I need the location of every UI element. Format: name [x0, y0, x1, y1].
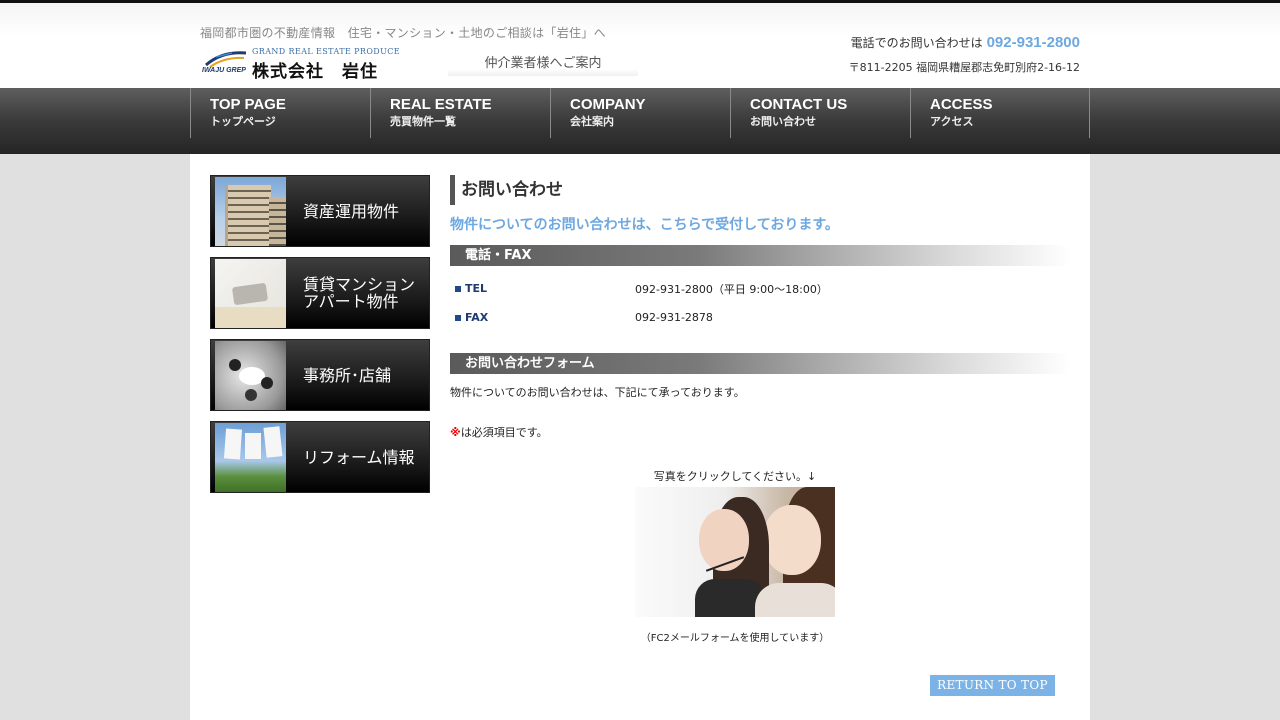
- tel-key: TEL: [450, 282, 635, 295]
- photo-caption: 写真をクリックしてください。↓: [653, 470, 817, 483]
- nav-item-label-jp: 売買物件一覧: [390, 115, 456, 128]
- section-heading-phone-fax: 電話・FAX: [450, 245, 1070, 266]
- company-logo[interactable]: GRAND REAL ESTATE PRODUCE IWAJU GREP 株式会…: [200, 47, 400, 82]
- contact-table: TEL 092-931-2800（平日 9:00～18:00） FAX 092-…: [450, 274, 1070, 332]
- nav-item-label-jp: トップページ: [210, 115, 276, 128]
- nav-item-label-en: TOP PAGE: [210, 96, 286, 113]
- nav-item-company[interactable]: COMPANY 会社案内: [550, 88, 730, 138]
- logo-sub-text: IWAJU GREP: [202, 67, 246, 74]
- nav-item-access[interactable]: ACCESS アクセス: [910, 88, 1090, 138]
- global-nav: TOP PAGE トップページ REAL ESTATE 売買物件一覧 COMPA…: [0, 88, 1280, 154]
- required-text: は必須項目です。: [460, 426, 548, 439]
- section-heading-contact-form: お問い合わせフォーム: [450, 353, 1070, 374]
- office-meeting-photo-icon: [215, 341, 286, 410]
- site-header: 福岡都市圏の不動産情報 住宅・マンション・土地のご相談は「岩住」へ GRAND …: [0, 3, 1280, 88]
- header-address: 〒811-2205 福岡県糟屋郡志免町別府2-16-12: [848, 61, 1080, 74]
- broker-info-link[interactable]: 仲介業者様へご案内: [448, 52, 638, 76]
- phone-number[interactable]: 092-931-2800: [987, 34, 1080, 51]
- sidebar-item-label: リフォーム情報: [303, 447, 415, 467]
- nav-item-label-jp: お問い合わせ: [750, 115, 816, 128]
- sidebar-item-investment[interactable]: 資産運用物件: [210, 175, 430, 247]
- fax-value: 092-931-2878: [635, 311, 713, 324]
- header-phone: 電話でのお問い合わせは 092-931-2800: [851, 34, 1080, 51]
- bullet-square-icon: [455, 285, 461, 292]
- nav-item-label-jp: 会社案内: [570, 115, 614, 128]
- nav-item-top-page[interactable]: TOP PAGE トップページ: [190, 88, 370, 138]
- logo-swoosh-icon: [205, 51, 247, 68]
- sidebar-item-label: 賃貸マンション アパート物件: [303, 275, 416, 311]
- logo-english-text: GRAND REAL ESTATE PRODUCE: [252, 47, 401, 56]
- call-center-operators-photo-icon[interactable]: [635, 487, 835, 617]
- tel-label: TEL: [465, 282, 488, 295]
- page-title: お問い合わせ: [450, 175, 1070, 205]
- logo-company-name: 株式会社 岩住: [252, 62, 378, 82]
- fax-key: FAX: [450, 311, 635, 324]
- sidebar-item-label: 資産運用物件: [303, 201, 400, 221]
- nav-item-label-en: REAL ESTATE: [390, 96, 492, 113]
- form-intro-text: 物件についてのお問い合わせは、下記にて承っております。: [450, 386, 745, 399]
- nav-item-label-en: ACCESS: [930, 96, 993, 113]
- form-service-note: （FC2メールフォームを使用しています）: [640, 633, 830, 644]
- phone-label: 電話でのお問い合わせは: [850, 36, 983, 50]
- fax-label: FAX: [465, 311, 489, 324]
- return-to-top-button[interactable]: RETURN TO TOP: [930, 675, 1055, 696]
- tel-value: 092-931-2800（平日 9:00～18:00）: [635, 282, 828, 296]
- main-content: お問い合わせ 物件についてのお問い合わせは、こちらで受付しております。 電話・F…: [450, 175, 1070, 644]
- lead-text: 物件についてのお問い合わせは、こちらで受付しております。: [450, 217, 839, 233]
- nav-item-label-en: CONTACT US: [750, 96, 848, 113]
- sofa-room-photo-icon: [215, 259, 286, 328]
- sidebar-item-office[interactable]: 事務所･店舗: [210, 339, 430, 411]
- sidebar-item-reform[interactable]: リフォーム情報: [210, 421, 430, 493]
- nav-item-label-jp: アクセス: [930, 115, 974, 128]
- laundry-sky-photo-icon: [215, 423, 286, 492]
- table-row: TEL 092-931-2800（平日 9:00～18:00）: [450, 274, 1070, 303]
- sidebar: 資産運用物件 賃貸マンション アパート物件 事務所･店舗 リフォーム情報: [210, 175, 430, 503]
- required-note: ※は必須項目です。: [450, 424, 1070, 440]
- bullet-square-icon: [455, 314, 461, 321]
- nav-item-label-en: COMPANY: [570, 96, 646, 113]
- required-mark: ※: [450, 426, 461, 439]
- sidebar-item-rental[interactable]: 賃貸マンション アパート物件: [210, 257, 430, 329]
- nav-item-contact-us[interactable]: CONTACT US お問い合わせ: [730, 88, 910, 138]
- header-tagline: 福岡都市圏の不動産情報 住宅・マンション・土地のご相談は「岩住」へ: [200, 26, 606, 40]
- page-content: 資産運用物件 賃貸マンション アパート物件 事務所･店舗 リフォーム情報 お問い…: [190, 154, 1090, 720]
- building-photo-icon: [215, 177, 286, 246]
- nav-item-real-estate[interactable]: REAL ESTATE 売買物件一覧: [370, 88, 550, 138]
- table-row: FAX 092-931-2878: [450, 303, 1070, 332]
- sidebar-item-label: 事務所･店舗: [303, 365, 392, 385]
